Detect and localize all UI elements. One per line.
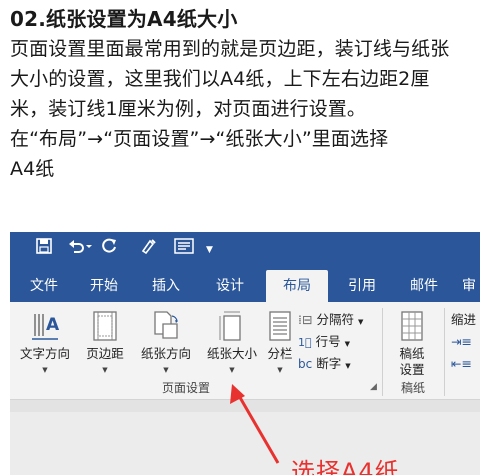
annotation-label: 选择A4纸: [291, 458, 400, 475]
article: 02.纸张设置为A4纸大小 页面设置里面最常用到的就是页边距，装订线与纸张 大小…: [10, 4, 472, 184]
red-arrow-icon: [230, 384, 280, 464]
article-line-3: 米，装订线1厘米为例，对页面进行设置。: [10, 98, 366, 120]
article-line-5: A4纸: [10, 158, 55, 180]
article-line-4: 在“布局”→“页面设置”→“纸张大小”里面选择: [10, 128, 389, 150]
article-heading: 02.纸张设置为A4纸大小: [10, 7, 238, 31]
article-line-1: 页面设置里面最常用到的就是页边距，装订线与纸张: [10, 38, 450, 60]
word-ribbon-screenshot: ▼ 文件 开始 插入 设计 布局 引用 邮件 审 A 文字方向 ▼ 页边距 ▼ …: [10, 232, 480, 475]
article-line-2: 大小的设置，这里我们以A4纸，上下左右边距2厘: [10, 68, 430, 90]
